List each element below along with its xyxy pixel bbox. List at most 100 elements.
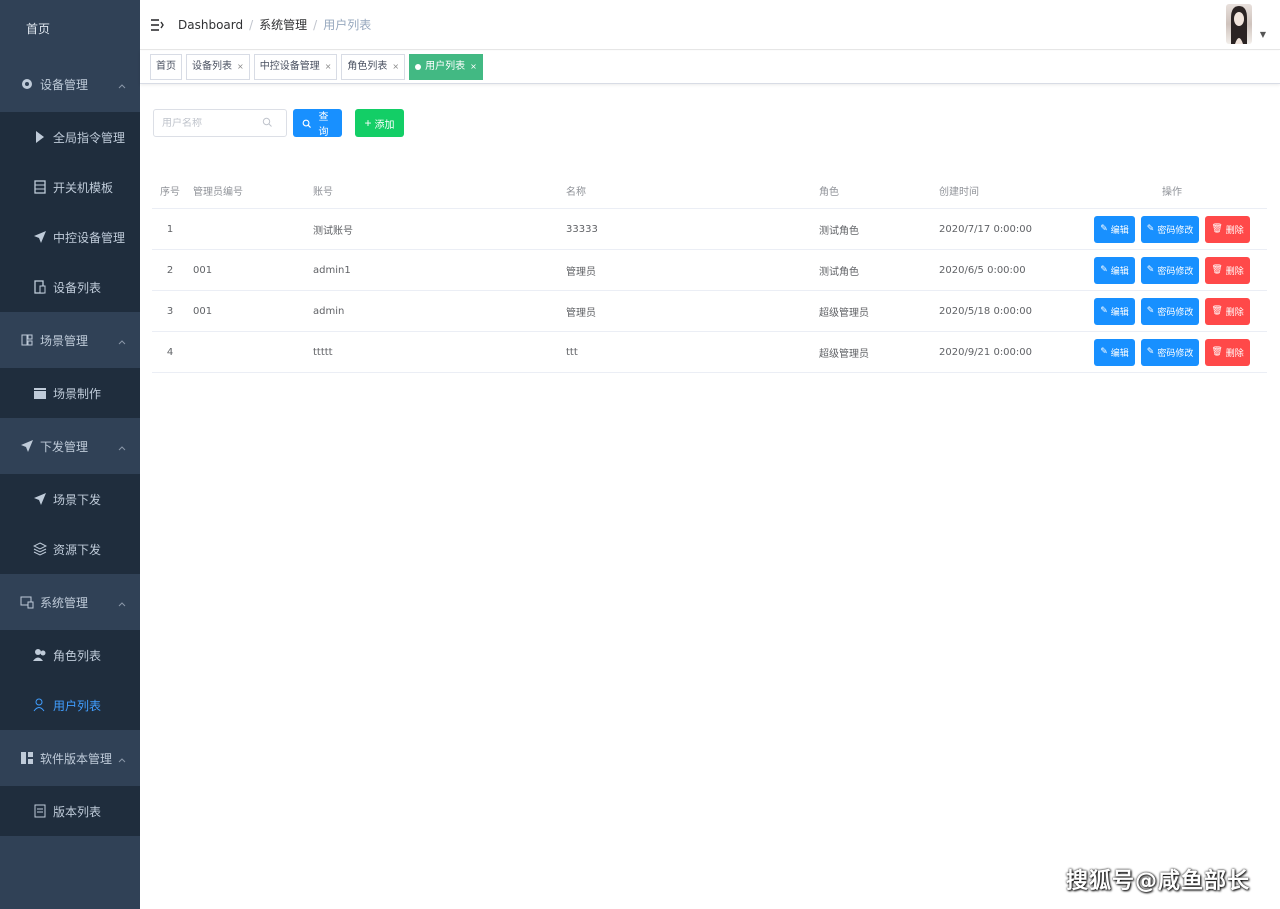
cell-index: 4	[166, 346, 174, 358]
tag-label: 中控设备管理	[259, 61, 320, 72]
delete-label: 删除	[1225, 307, 1244, 318]
monitor-icon	[20, 595, 34, 609]
cell-account: ttttt	[313, 346, 333, 358]
sidebar-group-device-management[interactable]: 设备管理	[0, 56, 140, 112]
edit-button[interactable]: ✎ 编辑	[1094, 338, 1135, 366]
col-header-account: 账号	[313, 187, 333, 198]
edit-button[interactable]: ✎ 编辑	[1094, 256, 1135, 284]
change-password-button[interactable]: ✎ 密码修改	[1140, 297, 1200, 325]
sidebar-item-version-list[interactable]: 版本列表	[0, 786, 140, 836]
tag-label: 首页	[156, 61, 176, 72]
table-row: 4 ttttt ttt 超级管理员 2020/9/21 0:00:00 ✎ 编辑 …	[152, 332, 1267, 373]
password-label: 密码修改	[1157, 225, 1194, 236]
sidebar-item-label: 首页	[26, 21, 51, 36]
edit-label: 编辑	[1110, 348, 1129, 359]
gear-icon	[20, 77, 34, 91]
edit-label: 编辑	[1110, 307, 1129, 318]
delete-button[interactable]: 🗑 删除	[1205, 297, 1250, 325]
cell-index: 3	[166, 305, 174, 317]
table-row: 3 001 admin 管理员 超级管理员 2020/5/18 0:00:00 …	[152, 291, 1267, 332]
add-button[interactable]: + 添加	[355, 109, 404, 137]
change-password-button[interactable]: ✎ 密码修改	[1140, 338, 1200, 366]
edit-icon: ✎	[1100, 306, 1108, 316]
cell-created: 2020/6/5 0:00:00	[939, 264, 1026, 276]
tag-label: 用户列表	[425, 61, 466, 72]
sidebar-group-label: 系统管理	[40, 595, 89, 610]
search-input[interactable]	[162, 117, 262, 129]
sidebar-item-scene-dispatch[interactable]: 场景下发	[0, 474, 140, 524]
tag-user-list[interactable]: 用户列表 ×	[409, 54, 483, 80]
sidebar-group-scene-management[interactable]: 场景管理	[0, 312, 140, 368]
submenu-software-version: 版本列表	[0, 786, 140, 836]
close-icon[interactable]: ×	[470, 55, 477, 79]
sidebar-group-label: 设备管理	[40, 77, 89, 92]
layers-icon	[33, 542, 47, 556]
breadcrumb-dashboard[interactable]: Dashboard	[178, 18, 243, 32]
sidebar-item-scene-create[interactable]: 场景制作	[0, 368, 140, 418]
sidebar-item-user-list[interactable]: 用户列表	[0, 680, 140, 730]
sidebar-group-dispatch-management[interactable]: 下发管理	[0, 418, 140, 474]
sidebar-item-label: 场景下发	[53, 492, 102, 507]
chevron-up-icon	[118, 78, 126, 92]
sidebar-item-control-devices[interactable]: 中控设备管理	[0, 212, 140, 262]
close-icon[interactable]: ×	[325, 55, 332, 79]
sidebar-group-system-management[interactable]: 系统管理	[0, 574, 140, 630]
sidebar-item-resource-dispatch[interactable]: 资源下发	[0, 524, 140, 574]
cell-role: 超级管理员	[819, 307, 869, 319]
edit-icon: ✎	[1100, 347, 1108, 357]
doc-icon	[33, 804, 47, 818]
close-icon[interactable]: ×	[392, 55, 399, 79]
sidebar-item-power-template[interactable]: 开关机模板	[0, 162, 140, 212]
cell-actions: ✎ 编辑 ✎ 密码修改 🗑 删除	[1077, 215, 1267, 243]
search-icon	[262, 116, 272, 130]
cell-name: 管理员	[566, 266, 596, 278]
table-row: 1 测试账号 33333 测试角色 2020/7/17 0:00:00 ✎ 编辑 …	[152, 209, 1267, 250]
tag-home[interactable]: 首页	[150, 54, 182, 80]
send-icon	[33, 492, 47, 506]
password-label: 密码修改	[1157, 348, 1194, 359]
sidebar-item-global-commands[interactable]: 全局指令管理	[0, 112, 140, 162]
sidebar-item-role-list[interactable]: 角色列表	[0, 630, 140, 680]
change-password-button[interactable]: ✎ 密码修改	[1140, 256, 1200, 284]
query-button[interactable]: 查询	[293, 109, 342, 138]
hamburger-icon[interactable]	[150, 18, 164, 32]
cell-admin-no: 001	[193, 264, 213, 276]
sidebar-item-device-list[interactable]: 设备列表	[0, 262, 140, 312]
breadcrumb-current: 用户列表	[323, 18, 372, 32]
cell-created: 2020/9/21 0:00:00	[939, 346, 1033, 358]
trash-icon: 🗑	[1211, 224, 1223, 234]
sidebar-group-label: 软件版本管理	[40, 751, 113, 766]
tag-role-list[interactable]: 角色列表 ×	[341, 54, 406, 80]
delete-button[interactable]: 🗑 删除	[1205, 338, 1250, 366]
server-icon	[33, 180, 47, 194]
plus-icon: +	[364, 116, 372, 130]
edit-button[interactable]: ✎ 编辑	[1094, 297, 1135, 325]
delete-button[interactable]: 🗑 删除	[1205, 256, 1250, 284]
avatar[interactable]	[1226, 4, 1252, 44]
query-button-label: 查询	[318, 112, 329, 138]
cell-role: 超级管理员	[819, 348, 869, 360]
app-main: 查询 + 添加 序号 管理员编号 账号 名称 角色 创建时间 操作 1 测试账号…	[140, 84, 1280, 909]
delete-button[interactable]: 🗑 删除	[1205, 215, 1250, 243]
edit-button[interactable]: ✎ 编辑	[1094, 215, 1135, 243]
filter-container: 查询 + 添加	[153, 109, 404, 138]
password-label: 密码修改	[1157, 307, 1194, 318]
caret-down-icon[interactable]: ▼	[1260, 30, 1266, 39]
breadcrumb-system[interactable]: 系统管理	[259, 16, 307, 33]
tag-label: 设备列表	[192, 61, 232, 72]
sidebar-item-home[interactable]: 首页	[0, 0, 140, 56]
cell-created: 2020/5/18 0:00:00	[939, 305, 1033, 317]
close-icon[interactable]: ×	[237, 55, 244, 79]
submenu-system-management: 角色列表 用户列表	[0, 630, 140, 730]
breadcrumb: Dashboard / 系统管理 / 用户列表	[178, 16, 371, 33]
tag-control-devices[interactable]: 中控设备管理 ×	[253, 54, 338, 80]
scene-icon	[20, 333, 34, 347]
sidebar-group-software-version[interactable]: 软件版本管理	[0, 730, 140, 786]
trash-icon: 🗑	[1211, 347, 1223, 357]
edit-icon: ✎	[1100, 265, 1108, 275]
change-password-button[interactable]: ✎ 密码修改	[1140, 215, 1200, 243]
tag-device-list[interactable]: 设备列表 ×	[186, 54, 250, 80]
trash-icon: 🗑	[1211, 265, 1223, 275]
sidebar-item-label: 场景制作	[53, 386, 102, 401]
chevron-up-icon	[118, 334, 126, 348]
